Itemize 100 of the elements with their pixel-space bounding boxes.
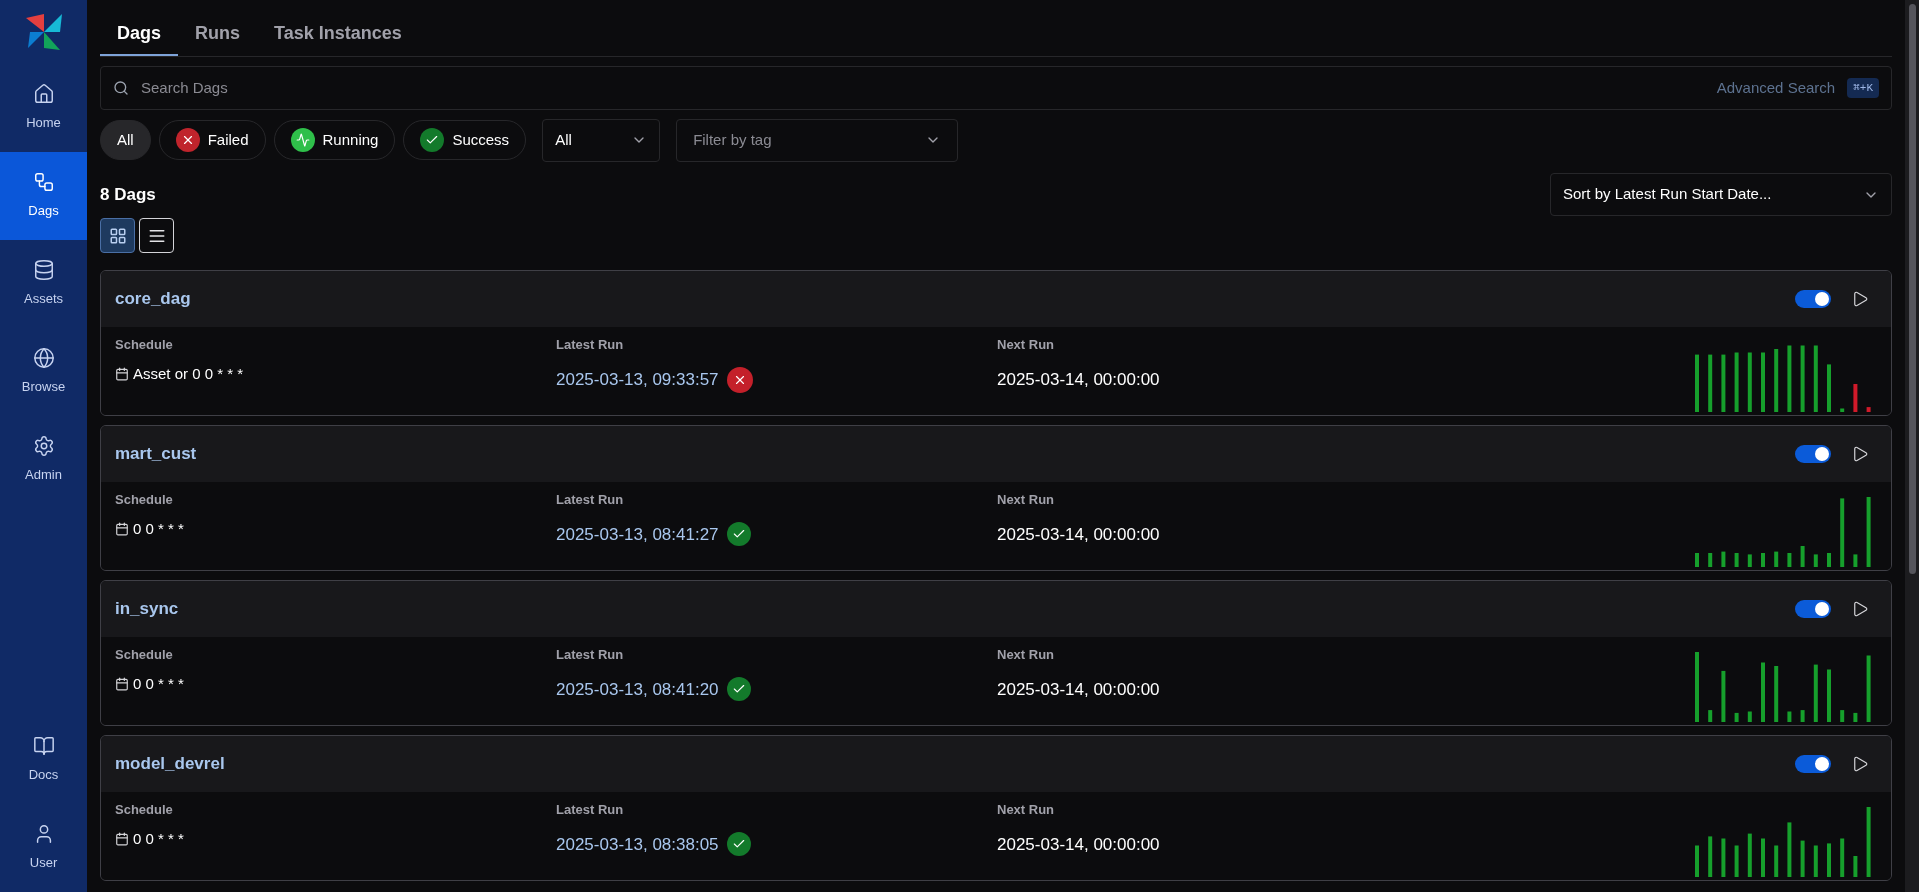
latest-run-label: Latest Run bbox=[556, 336, 625, 354]
nav-item[interactable]: Docs bbox=[0, 716, 87, 804]
toggle-switch[interactable] bbox=[1795, 755, 1831, 773]
duration-bar bbox=[1708, 836, 1713, 877]
next-run-value: 2025-03-14, 00:00:00 bbox=[997, 678, 1161, 701]
duration-bar bbox=[1800, 546, 1805, 567]
nav-item[interactable]: Admin bbox=[0, 416, 87, 504]
workflow-icon bbox=[32, 171, 55, 194]
failed-icon bbox=[175, 128, 200, 152]
duration-bar bbox=[1866, 655, 1871, 722]
search-input[interactable]: Search Dags bbox=[141, 76, 1705, 100]
calendar-icon bbox=[115, 676, 129, 691]
duration-bar bbox=[1695, 652, 1699, 722]
calendar-icon bbox=[115, 366, 129, 381]
duration-bar bbox=[1787, 822, 1792, 877]
duration-bar bbox=[1853, 712, 1858, 722]
duration-bar bbox=[1813, 845, 1818, 877]
book-icon bbox=[32, 735, 55, 758]
duration-bar bbox=[1734, 553, 1739, 567]
duration-bar bbox=[1853, 856, 1858, 877]
nav-item[interactable]: Browse bbox=[0, 328, 87, 416]
latest-run-label: Latest Run bbox=[556, 491, 625, 509]
duration-bar bbox=[1774, 845, 1779, 877]
search-icon bbox=[113, 80, 129, 96]
next-run-value: 2025-03-14, 00:00:00 bbox=[997, 368, 1161, 391]
schedule-value: 0 0 * * * bbox=[133, 828, 184, 849]
duration-bar bbox=[1695, 845, 1699, 877]
play-icon[interactable] bbox=[1851, 445, 1869, 463]
gear-icon bbox=[32, 435, 55, 458]
nav-item[interactable]: User bbox=[0, 804, 87, 892]
play-icon[interactable] bbox=[1851, 755, 1869, 773]
nav-item[interactable]: Assets bbox=[0, 240, 87, 328]
latest-run-link[interactable]: 2025-03-13, 08:41:20 bbox=[556, 676, 719, 702]
toggle-switch[interactable] bbox=[1795, 445, 1831, 463]
advanced-search-link[interactable]: Advanced Search bbox=[1716, 76, 1836, 100]
duration-bar bbox=[1747, 352, 1752, 412]
duration-bar bbox=[1721, 551, 1726, 567]
next-run-label: Next Run bbox=[997, 336, 1056, 354]
duration-bar bbox=[1827, 669, 1831, 722]
latest-run-link[interactable]: 2025-03-13, 08:38:05 bbox=[556, 831, 719, 857]
running-icon bbox=[290, 128, 315, 152]
duration-bar bbox=[1800, 840, 1805, 877]
tab[interactable]: Runs bbox=[178, 12, 257, 56]
dag-name-link[interactable]: mart_cust bbox=[115, 441, 197, 467]
duration-bar bbox=[1708, 553, 1713, 567]
duration-bar bbox=[1747, 711, 1752, 722]
latest-run-link[interactable]: 2025-03-13, 09:33:57 bbox=[556, 366, 719, 393]
schedule-value: Asset or 0 0 * * * bbox=[133, 363, 244, 384]
duration-bar bbox=[1787, 553, 1792, 567]
grid-view-button[interactable] bbox=[100, 218, 135, 253]
dag-name-link[interactable]: in_sync bbox=[115, 596, 179, 622]
duration-bar bbox=[1774, 551, 1779, 567]
toggle-switch[interactable] bbox=[1795, 600, 1831, 618]
nav-item[interactable]: Home bbox=[0, 64, 87, 152]
home-icon bbox=[32, 83, 55, 106]
duration-bar bbox=[1695, 354, 1699, 412]
tab[interactable]: Task Instances bbox=[257, 12, 419, 56]
duration-bar bbox=[1813, 554, 1818, 567]
success-icon bbox=[420, 128, 445, 152]
schedule-label: Schedule bbox=[115, 491, 174, 509]
schedule-label: Schedule bbox=[115, 646, 174, 664]
database-icon bbox=[32, 259, 55, 282]
duration-bar bbox=[1695, 553, 1699, 567]
schedule-value: 0 0 * * * bbox=[133, 673, 184, 694]
duration-bar bbox=[1708, 710, 1713, 722]
dag-name-link[interactable]: core_dag bbox=[115, 286, 191, 312]
dag-name-link[interactable]: model_devrel bbox=[115, 751, 225, 777]
duration-bar bbox=[1813, 664, 1818, 722]
duration-bar bbox=[1866, 407, 1871, 412]
duration-bar bbox=[1827, 553, 1831, 567]
play-icon[interactable] bbox=[1851, 600, 1869, 618]
schedule-label: Schedule bbox=[115, 336, 174, 354]
duration-bar bbox=[1827, 364, 1831, 412]
duration-bar bbox=[1813, 345, 1818, 412]
duration-bar bbox=[1787, 345, 1792, 412]
latest-run-link[interactable]: 2025-03-13, 08:41:27 bbox=[556, 521, 719, 547]
tab[interactable]: Dags bbox=[100, 12, 178, 56]
paused-select[interactable]: All bbox=[542, 118, 661, 162]
duration-bar bbox=[1721, 354, 1726, 412]
nav-item[interactable]: Dags bbox=[0, 152, 87, 240]
duration-bar bbox=[1721, 670, 1726, 722]
state-filter-chip[interactable]: All bbox=[100, 120, 151, 160]
next-run-label: Next Run bbox=[997, 646, 1056, 664]
duration-bar bbox=[1761, 838, 1765, 877]
toggle-switch[interactable] bbox=[1795, 290, 1831, 308]
next-run-label: Next Run bbox=[997, 491, 1056, 509]
scrollbar[interactable] bbox=[1905, 0, 1919, 892]
search-field[interactable]: Search Dags Advanced Search ⌘+K bbox=[100, 66, 1892, 110]
tag-select[interactable]: Filter by tag bbox=[676, 118, 959, 162]
latest-run-label: Latest Run bbox=[556, 646, 625, 664]
duration-bar bbox=[1747, 833, 1752, 877]
schedule-value: 0 0 * * * bbox=[133, 518, 184, 539]
sort-select[interactable]: Sort by Latest Run Start Date... bbox=[1550, 173, 1892, 216]
next-run-label: Next Run bbox=[997, 801, 1056, 819]
duration-bar bbox=[1866, 807, 1871, 877]
duration-bar bbox=[1734, 712, 1739, 722]
duration-bar bbox=[1761, 553, 1765, 567]
play-icon[interactable] bbox=[1851, 290, 1869, 308]
list-view-button[interactable] bbox=[139, 218, 174, 253]
duration-bar bbox=[1840, 498, 1845, 567]
